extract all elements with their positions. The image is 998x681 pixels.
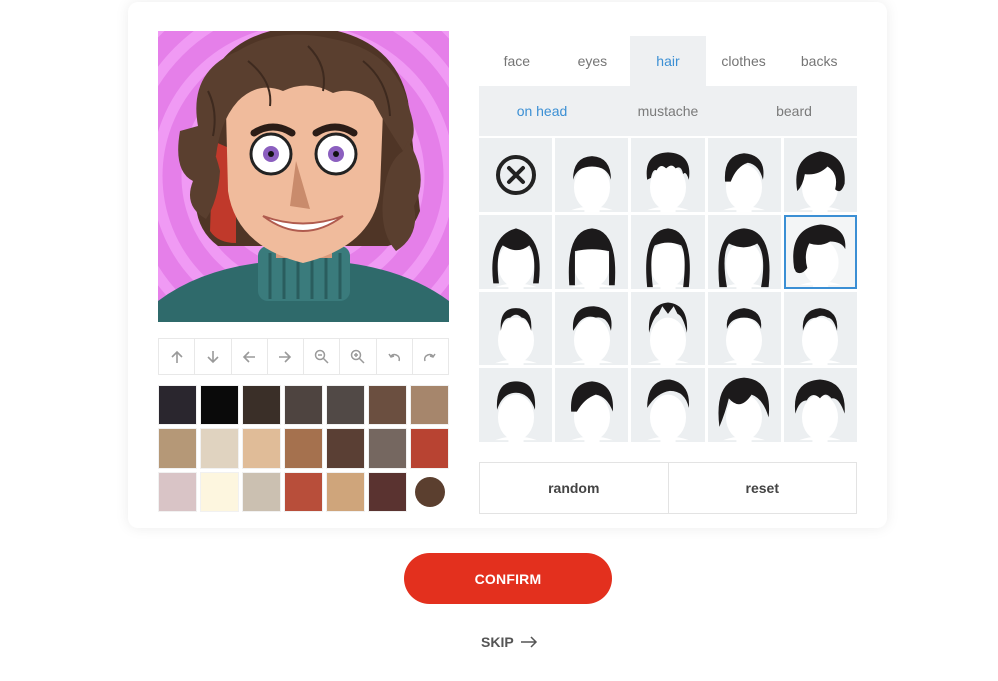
arrow-up-icon[interactable] [159,339,196,374]
tab-eyes[interactable]: eyes [555,36,631,86]
color-swatch[interactable] [242,471,281,512]
hair-style-thumbnail [646,152,690,212]
color-swatch[interactable] [368,471,407,512]
zoom-out-icon[interactable] [304,339,341,374]
hair-style-option[interactable] [783,138,857,212]
color-swatch[interactable] [368,428,407,469]
hair-style-option[interactable] [555,138,629,212]
hair-style-thumbnail [494,381,537,442]
color-swatch[interactable] [326,385,365,426]
hair-style-grid [479,138,857,442]
position-toolbar [158,338,449,375]
hair-style-thumbnail [646,227,690,289]
color-swatch[interactable] [284,385,323,426]
hair-style-option[interactable] [783,214,857,289]
color-swatch[interactable] [158,385,197,426]
tab-clothes[interactable]: clothes [706,36,782,86]
hair-style-thumbnail [494,308,537,366]
hair-style-thumbnail [491,227,540,289]
tab-face[interactable]: face [479,36,555,86]
hair-style-option[interactable] [479,291,553,366]
color-swatch[interactable] [242,428,281,469]
no-hair-option[interactable] [479,138,553,212]
reset-button[interactable]: reset [669,463,857,513]
color-swatch[interactable] [284,471,323,512]
hair-style-option[interactable] [631,138,705,212]
action-bar: random reset [479,462,857,514]
hair-style-thumbnail [793,223,846,287]
hair-style-thumbnail [570,155,613,212]
arrow-right-icon [520,636,537,648]
hair-style-option[interactable] [479,214,553,289]
hair-style-option[interactable] [631,214,705,289]
hair-style-option[interactable] [555,291,629,366]
color-swatch[interactable] [326,428,365,469]
hair-style-option[interactable] [707,291,781,366]
hair-style-thumbnail [647,302,689,366]
color-palette [158,385,449,512]
hair-style-thumbnail [718,377,770,442]
color-swatch[interactable] [410,385,449,426]
hair-style-option[interactable] [555,368,629,442]
hair-style-thumbnail [570,381,613,442]
hair-style-option[interactable] [555,214,629,289]
hair-style-thumbnail [799,308,842,366]
hair-style-option[interactable] [631,291,705,366]
hair-style-thumbnail [795,379,846,442]
none-icon [495,154,536,195]
hair-style-thumbnail [723,153,766,212]
arrow-left-icon[interactable] [232,339,268,374]
hair-style-option[interactable] [783,291,857,366]
hair-style-option[interactable] [631,368,705,442]
subtab-mustache[interactable]: mustache [605,86,731,136]
redo-icon[interactable] [413,339,448,374]
hair-style-option[interactable] [707,214,781,289]
subcategory-tabs: on head mustache beard [479,86,857,136]
subtab-on-head[interactable]: on head [479,86,605,136]
hair-style-thumbnail [718,227,770,289]
color-swatch[interactable] [410,428,449,469]
tab-backs[interactable]: backs [781,36,857,86]
color-swatch[interactable] [200,471,239,512]
hair-style-thumbnail [647,379,689,442]
color-swatch[interactable] [158,471,197,512]
skip-label: SKIP [481,634,514,650]
hair-style-option[interactable] [479,368,553,442]
arrow-right-icon[interactable] [268,339,304,374]
hair-style-option[interactable] [783,368,857,442]
color-swatch[interactable] [368,385,407,426]
color-swatch[interactable] [410,471,449,512]
color-swatch[interactable] [200,385,239,426]
confirm-button[interactable]: CONFIRM [404,553,612,604]
subtab-beard[interactable]: beard [731,86,857,136]
category-tabs: face eyes hair clothes backs [479,36,857,86]
hair-style-thumbnail [796,151,846,212]
color-swatch[interactable] [326,471,365,512]
zoom-in-icon[interactable] [340,339,377,374]
hair-style-thumbnail [568,227,615,289]
color-swatch[interactable] [158,428,197,469]
color-swatch[interactable] [200,428,239,469]
color-swatch[interactable] [284,428,323,469]
random-button[interactable]: random [480,463,669,513]
hair-style-thumbnail [723,308,766,366]
skip-link[interactable]: SKIP [481,632,538,652]
tab-hair[interactable]: hair [630,36,706,86]
avatar-preview [158,31,449,322]
undo-icon[interactable] [377,339,413,374]
hair-style-thumbnail [570,306,613,366]
hair-style-option[interactable] [707,138,781,212]
hair-style-option[interactable] [707,368,781,442]
selected-color-indicator [414,476,445,507]
color-swatch[interactable] [242,385,281,426]
arrow-down-icon[interactable] [195,339,232,374]
